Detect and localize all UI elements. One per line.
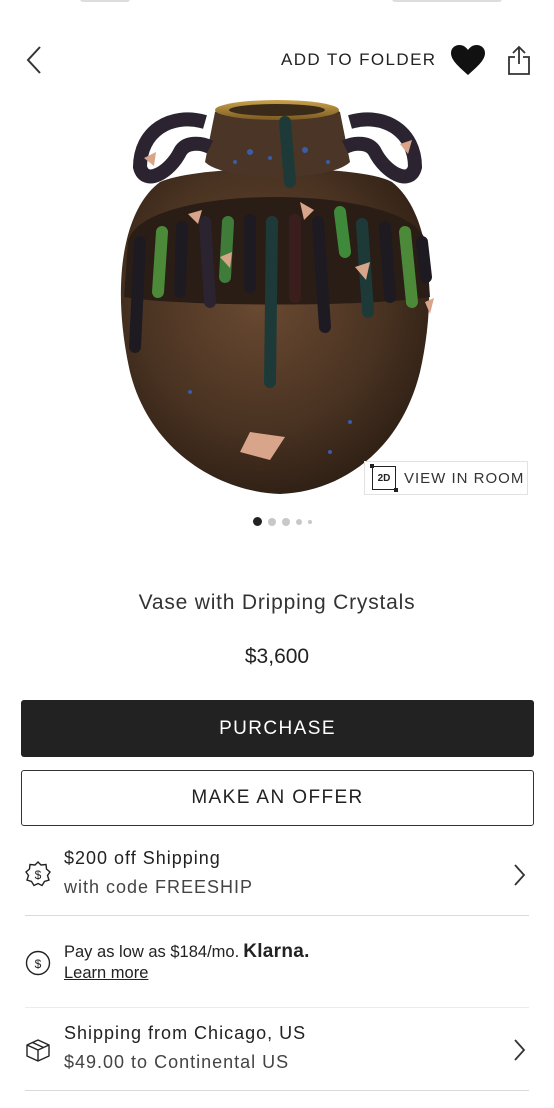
divider	[25, 915, 529, 916]
shipping-origin: Shipping from Chicago, US	[64, 1023, 307, 1043]
svg-text:$: $	[35, 868, 42, 882]
status-bar-remnant	[0, 0, 554, 8]
klarna-logo: Klarna.	[243, 941, 310, 962]
carousel-dot-3[interactable]	[281, 517, 290, 526]
klarna-row: $ Pay as low as $184/mo. Klarna. Learn mo…	[25, 938, 529, 988]
make-offer-button[interactable]: MAKE AN OFFER	[21, 770, 534, 826]
klarna-text-line: Pay as low as $184/mo. Klarna.	[64, 941, 310, 963]
vase-illustration	[120, 100, 434, 494]
product-price: $3,600	[244, 645, 310, 668]
dollar-circle-icon: $	[25, 950, 51, 976]
2d-icon: 2D	[370, 464, 398, 492]
purchase-button[interactable]: PURCHASE	[21, 700, 534, 757]
klarna-text: Pay as low as $184/mo.	[64, 943, 240, 961]
shipping-cost: $49.00 to Continental US	[64, 1052, 290, 1072]
carousel-dot-2[interactable]	[267, 517, 276, 526]
top-bar: ADD TO FOLDER	[0, 36, 554, 84]
carousel-dot-5[interactable]	[307, 519, 312, 524]
back-button[interactable]	[14, 40, 54, 80]
dollar-badge-icon: $	[25, 861, 51, 887]
share-icon	[508, 45, 530, 75]
share-button[interactable]	[500, 40, 538, 80]
shipping-info-row[interactable]: Shipping from Chicago, US $49.00 to Cont…	[25, 1021, 529, 1081]
shipping-promo-title: $200 off Shipping	[64, 848, 221, 868]
box-icon	[26, 1039, 50, 1062]
shipping-promo-row[interactable]: $ $200 off Shipping with code FREESHIP	[25, 846, 529, 906]
product-title: Vase with Dripping Crystals	[138, 591, 416, 614]
add-to-folder-button[interactable]: ADD TO FOLDER	[281, 50, 437, 70]
chevron-left-icon	[26, 46, 41, 74]
divider	[25, 1090, 529, 1091]
divider	[25, 1007, 529, 1008]
product-image[interactable]	[100, 92, 454, 502]
shipping-promo-code: with code FREESHIP	[64, 877, 254, 897]
carousel-dots[interactable]	[0, 517, 554, 526]
chevron-right-icon	[514, 864, 526, 886]
chevron-right-icon	[514, 1039, 526, 1061]
carousel-dot-1[interactable]	[252, 517, 262, 526]
status-bar-left	[80, 0, 130, 2]
carousel-dot-4[interactable]	[295, 518, 302, 525]
klarna-learn-more-link[interactable]: Learn more	[64, 964, 148, 983]
status-bar-right	[392, 0, 502, 2]
heart-icon	[451, 45, 485, 75]
view-in-room-button[interactable]: 2D VIEW IN ROOM	[364, 461, 528, 495]
favorite-button[interactable]	[447, 40, 489, 80]
view-in-room-label: VIEW IN ROOM	[404, 469, 525, 487]
svg-text:$: $	[35, 957, 42, 971]
